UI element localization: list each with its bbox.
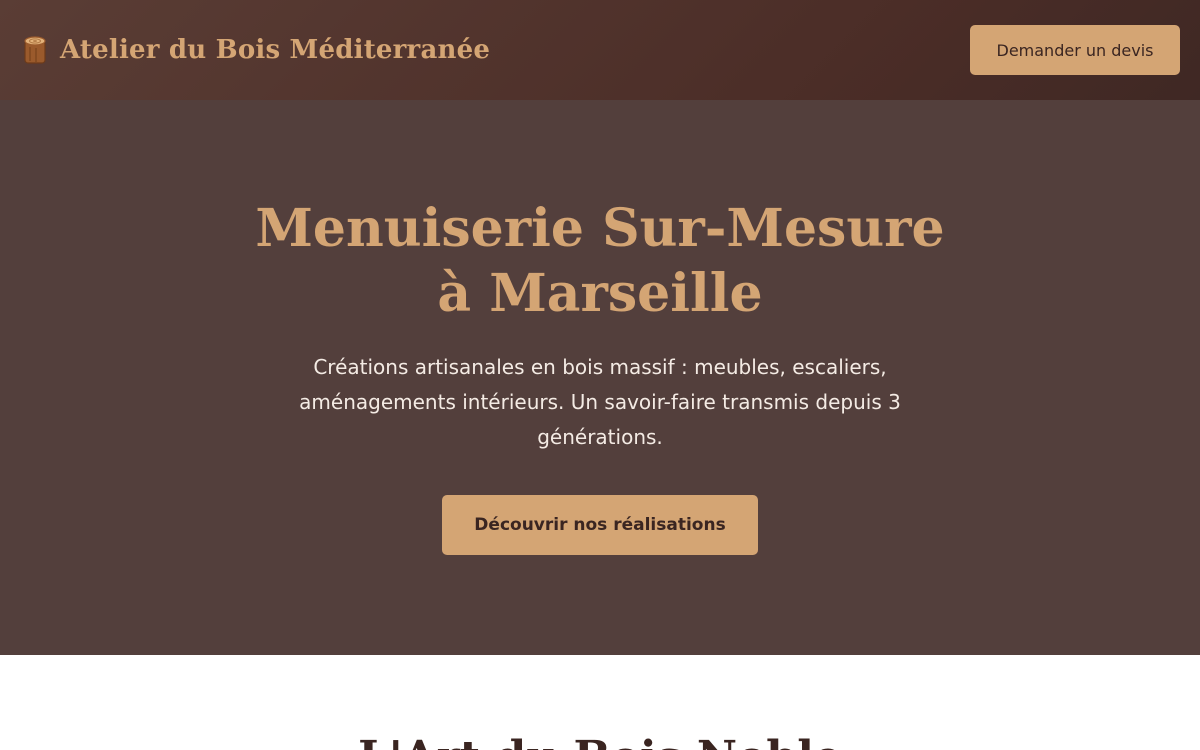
site-header: Atelier du Bois Méditerranée Demander un…	[0, 0, 1200, 100]
hero-title: Menuiserie Sur-Mesure à Marseille	[0, 196, 1200, 326]
hero-subtitle: Créations artisanales en bois massif : m…	[299, 355, 901, 449]
discover-work-button[interactable]: Découvrir nos réalisations	[442, 495, 758, 555]
request-quote-button[interactable]: Demander un devis	[970, 25, 1180, 75]
wood-log-icon	[22, 35, 50, 65]
brand[interactable]: Atelier du Bois Méditerranée	[22, 35, 490, 65]
hero-section: Menuiserie Sur-Mesure à Marseille Créati…	[0, 100, 1200, 655]
about-section: L'Art du Bois Noble	[0, 655, 1200, 750]
section-title: L'Art du Bois Noble	[0, 733, 1200, 750]
brand-name: Atelier du Bois Méditerranée	[60, 35, 491, 65]
hero-title-line2: à Marseille	[437, 263, 763, 324]
hero-title-line1: Menuiserie Sur-Mesure	[255, 198, 945, 259]
